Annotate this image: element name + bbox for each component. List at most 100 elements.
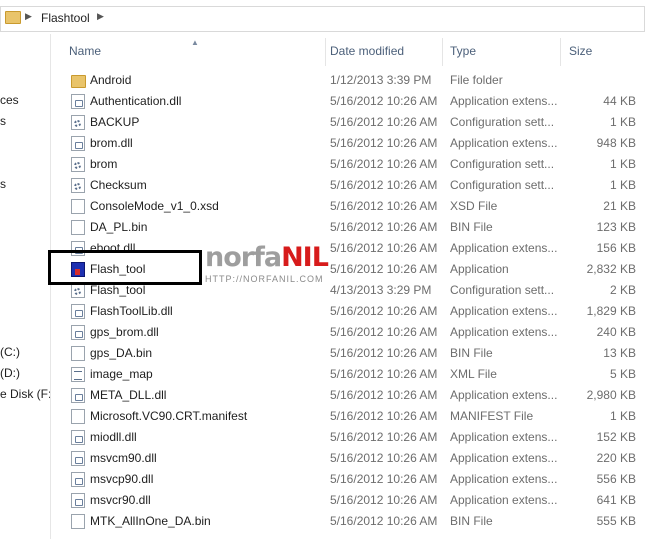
- file-row[interactable]: Checksum 5/16/2012 10:26 AM Configuratio…: [51, 175, 653, 196]
- file-name: Checksum: [90, 178, 147, 192]
- file-size: 2,832 KB: [586, 262, 636, 276]
- file-size: 152 KB: [596, 430, 636, 444]
- file-row[interactable]: MTK_AllInOne_DA.bin 5/16/2012 10:26 AM B…: [51, 511, 653, 532]
- file-type: Application extens...: [450, 430, 558, 444]
- file-name: FlashToolLib.dll: [90, 304, 173, 318]
- file-date: 5/16/2012 10:26 AM: [330, 94, 438, 108]
- file-name: Authentication.dll: [90, 94, 182, 108]
- file-type: BIN File: [450, 346, 493, 360]
- nav-drive-f[interactable]: e Disk (F:): [0, 387, 50, 401]
- file-row[interactable]: gps_brom.dll 5/16/2012 10:26 AM Applicat…: [51, 322, 653, 343]
- file-type: MANIFEST File: [450, 409, 534, 423]
- file-row[interactable]: image_map 5/16/2012 10:26 AM XML File 5 …: [51, 364, 653, 385]
- file-row[interactable]: gps_DA.bin 5/16/2012 10:26 AM BIN File 1…: [51, 343, 653, 364]
- file-date: 5/16/2012 10:26 AM: [330, 514, 438, 528]
- file-name: MTK_AllInOne_DA.bin: [90, 514, 211, 528]
- column-header-row: ▲ Name Date modified Type Size: [51, 34, 653, 68]
- nav-drive-d[interactable]: (D:): [0, 366, 20, 380]
- file-type: Application extens...: [450, 325, 558, 339]
- file-type: Application extens...: [450, 388, 558, 402]
- file-name: image_map: [90, 367, 153, 381]
- file-row[interactable]: Android 1/12/2013 3:39 PM File folder: [51, 70, 653, 91]
- file-row[interactable]: FlashToolLib.dll 5/16/2012 10:26 AM Appl…: [51, 301, 653, 322]
- file-row[interactable]: META_DLL.dll 5/16/2012 10:26 AM Applicat…: [51, 385, 653, 406]
- column-header-name[interactable]: Name: [61, 34, 327, 68]
- file-row[interactable]: msvcr90.dll 5/16/2012 10:26 AM Applicati…: [51, 490, 653, 511]
- file-date: 5/16/2012 10:26 AM: [330, 388, 438, 402]
- file-name: Microsoft.VC90.CRT.manifest: [90, 409, 248, 423]
- breadcrumb-chevron-icon[interactable]: ▶: [25, 11, 32, 22]
- file-size: 2 KB: [609, 283, 636, 297]
- file-size: 21 KB: [603, 199, 636, 213]
- column-header-size[interactable]: Size: [561, 34, 651, 68]
- file-row[interactable]: miodll.dll 5/16/2012 10:26 AM Applicatio…: [51, 427, 653, 448]
- file-date: 5/16/2012 10:26 AM: [330, 430, 438, 444]
- file-size: 13 KB: [603, 346, 636, 360]
- file-date: 5/16/2012 10:26 AM: [330, 451, 438, 465]
- file-name: BACKUP: [90, 115, 140, 129]
- dll-icon: [71, 472, 85, 487]
- file-row[interactable]: BACKUP 5/16/2012 10:26 AM Configuration …: [51, 112, 653, 133]
- file-row[interactable]: Microsoft.VC90.CRT.manifest 5/16/2012 10…: [51, 406, 653, 427]
- file-row[interactable]: DA_PL.bin 5/16/2012 10:26 AM BIN File 12…: [51, 217, 653, 238]
- file-type: Application extens...: [450, 451, 558, 465]
- file-name: msvcp90.dll: [90, 472, 154, 486]
- file-name: gps_DA.bin: [90, 346, 153, 360]
- file-type: XML File: [450, 367, 497, 381]
- breadcrumb-flashtool[interactable]: Flashtool: [41, 11, 90, 25]
- file-date: 5/16/2012 10:26 AM: [330, 325, 438, 339]
- file-size: 1 KB: [609, 178, 636, 192]
- file-size: 240 KB: [596, 325, 636, 339]
- watermark: norfaNIL HTTP://NORFANIL.COM: [205, 242, 329, 285]
- nav-drive-c[interactable]: (C:): [0, 345, 20, 359]
- config-icon: [71, 115, 85, 130]
- document-icon: [71, 514, 85, 529]
- file-date: 5/16/2012 10:26 AM: [330, 157, 438, 171]
- file-type: Configuration sett...: [450, 115, 555, 129]
- watermark-url: HTTP://NORFANIL.COM: [205, 274, 324, 284]
- file-size: 123 KB: [596, 220, 636, 234]
- dll-icon: [71, 451, 85, 466]
- breadcrumb-chevron-icon[interactable]: ▶: [97, 11, 104, 22]
- file-date: 5/16/2012 10:26 AM: [330, 241, 438, 255]
- file-type: Application extens...: [450, 94, 558, 108]
- file-date: 5/16/2012 10:26 AM: [330, 199, 438, 213]
- folder-icon: [5, 11, 21, 24]
- file-row[interactable]: msvcp90.dll 5/16/2012 10:26 AM Applicati…: [51, 469, 653, 490]
- file-row[interactable]: brom 5/16/2012 10:26 AM Configuration se…: [51, 154, 653, 175]
- highlight-box: [48, 250, 202, 285]
- file-type: File folder: [450, 73, 503, 87]
- file-row[interactable]: brom.dll 5/16/2012 10:26 AM Application …: [51, 133, 653, 154]
- file-name: DA_PL.bin: [90, 220, 148, 234]
- watermark-brand-a: norfa: [205, 242, 282, 273]
- column-header-date[interactable]: Date modified: [322, 34, 442, 68]
- folder-icon: [71, 75, 86, 88]
- nav-item[interactable]: s: [0, 177, 6, 191]
- nav-item[interactable]: ces: [0, 93, 19, 107]
- file-date: 5/16/2012 10:26 AM: [330, 472, 438, 486]
- file-size: 44 KB: [603, 94, 636, 108]
- watermark-logo: norfaNIL: [205, 242, 329, 273]
- file-date: 1/12/2013 3:39 PM: [330, 73, 432, 87]
- file-size: 555 KB: [596, 514, 636, 528]
- dll-icon: [71, 325, 85, 340]
- nav-item[interactable]: s: [0, 114, 6, 128]
- file-type: Application: [450, 262, 509, 276]
- file-type: BIN File: [450, 514, 493, 528]
- file-name: msvcm90.dll: [90, 451, 157, 465]
- address-field[interactable]: ▶ Flashtool ▶: [0, 6, 645, 32]
- file-row[interactable]: msvcm90.dll 5/16/2012 10:26 AM Applicati…: [51, 448, 653, 469]
- file-size: 220 KB: [596, 451, 636, 465]
- file-name: META_DLL.dll: [90, 388, 167, 402]
- file-name: miodll.dll: [90, 430, 137, 444]
- file-row[interactable]: ConsoleMode_v1_0.xsd 5/16/2012 10:26 AM …: [51, 196, 653, 217]
- column-header-type[interactable]: Type: [442, 34, 562, 68]
- file-name: brom: [90, 157, 118, 171]
- file-type: XSD File: [450, 199, 498, 213]
- file-row[interactable]: Authentication.dll 5/16/2012 10:26 AM Ap…: [51, 91, 653, 112]
- file-name: msvcr90.dll: [90, 493, 151, 507]
- watermark-brand-b: NIL: [281, 242, 329, 273]
- file-size: 1 KB: [609, 115, 636, 129]
- file-date: 5/16/2012 10:26 AM: [330, 409, 438, 423]
- file-type: Application extens...: [450, 136, 558, 150]
